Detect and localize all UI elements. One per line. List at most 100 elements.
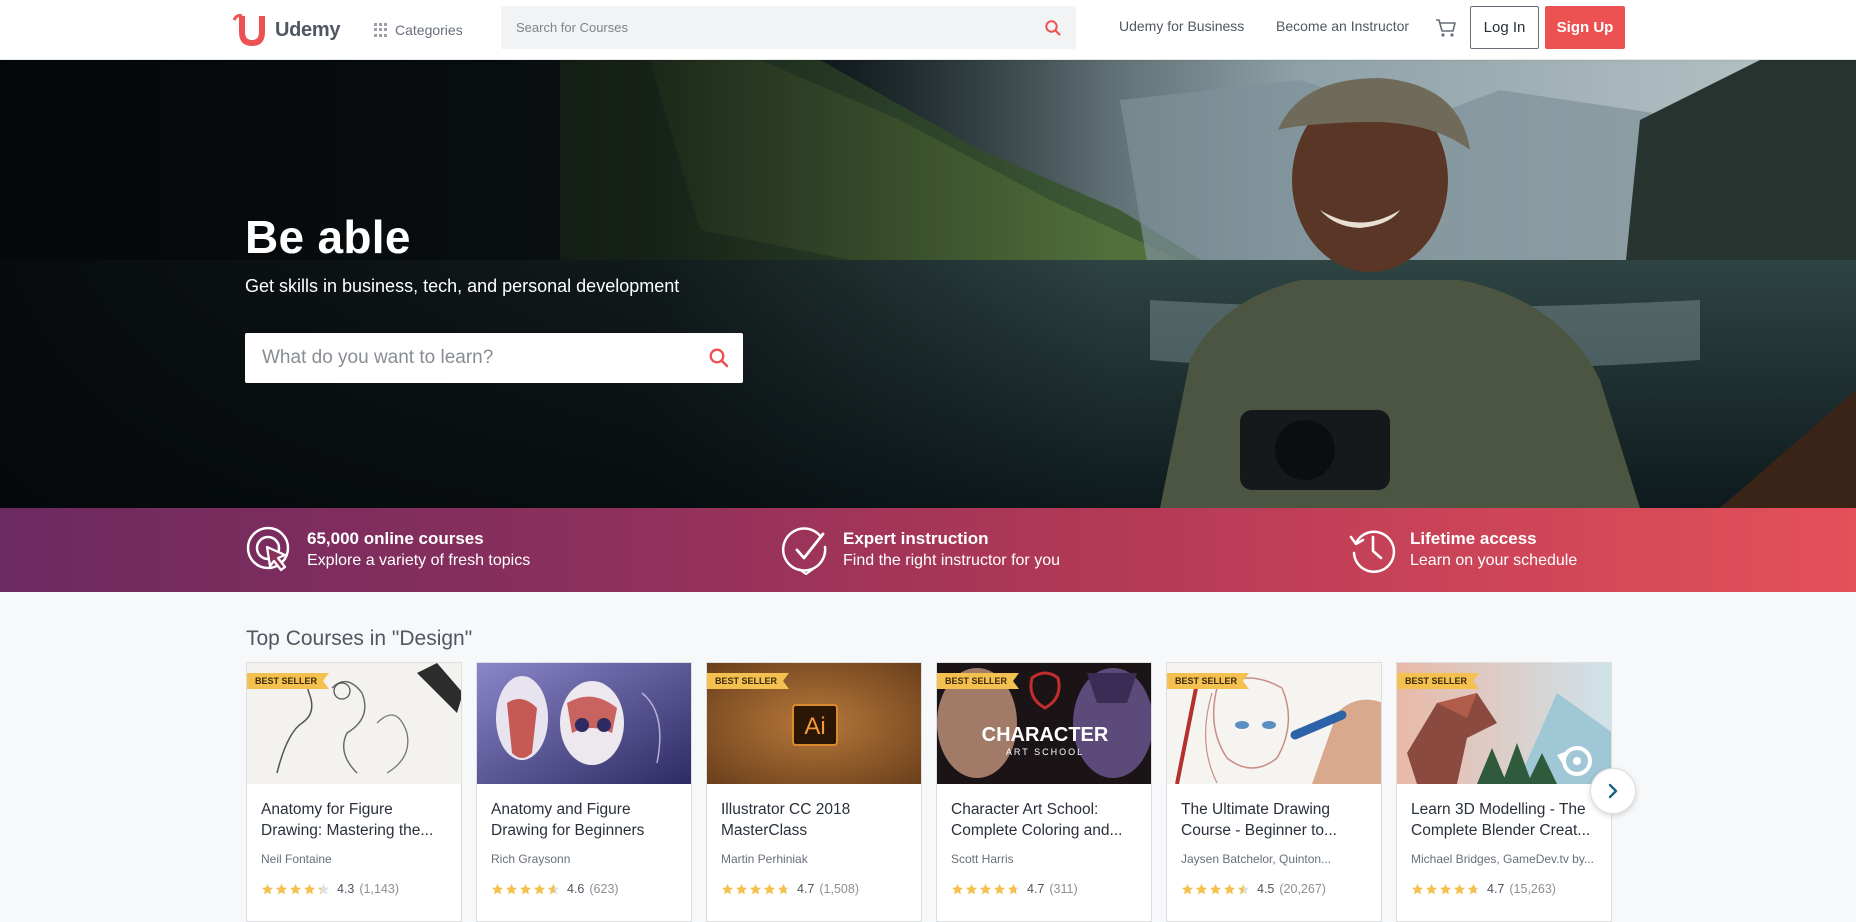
course-author: Rich Graysonn xyxy=(491,852,571,866)
star-icon xyxy=(951,883,964,894)
rating-count: (15,263) xyxy=(1509,882,1556,896)
cursor-target-icon xyxy=(246,526,290,572)
course-title: Anatomy and Figure Drawing for Beginners xyxy=(491,801,645,839)
course-card[interactable]: BEST SELLER The Ultimate Drawing Course … xyxy=(1166,662,1382,922)
header-search-input[interactable] xyxy=(501,6,1021,49)
star-icon xyxy=(1237,883,1250,894)
star-icon xyxy=(303,883,316,894)
bestseller-badge: BEST SELLER xyxy=(247,673,329,689)
course-author: Scott Harris xyxy=(951,852,1014,866)
star-icon xyxy=(505,883,518,894)
rating-value: 4.6 xyxy=(567,882,585,896)
course-rating: 4.6 (623) xyxy=(491,881,619,897)
chevron-right-icon xyxy=(1608,783,1618,799)
top-navbar: Udemy Categories Udemy for Business Beco… xyxy=(0,0,1856,60)
categories-menu[interactable]: Categories xyxy=(374,16,463,44)
star-rating xyxy=(1181,883,1250,896)
bestseller-badge: BEST SELLER xyxy=(1167,673,1249,689)
cart-icon[interactable] xyxy=(1434,16,1458,40)
star-icon xyxy=(721,883,734,894)
star-icon xyxy=(1209,883,1222,894)
search-icon[interactable] xyxy=(708,347,730,369)
course-rating: 4.5 (20,267) xyxy=(1181,881,1326,897)
star-icon xyxy=(519,883,532,894)
feature-online-courses: 65,000 online courses Explore a variety … xyxy=(245,525,530,575)
star-icon xyxy=(1411,883,1424,894)
course-author: Jaysen Batchelor, Quinton... xyxy=(1181,852,1332,866)
star-icon xyxy=(289,883,302,894)
course-card[interactable]: BEST SELLER Anatomy for Figure Drawing: … xyxy=(246,662,462,922)
feature-title: Lifetime access xyxy=(1410,529,1537,548)
rating-count: (20,267) xyxy=(1279,882,1326,896)
course-title: Learn 3D Modelling - The Complete Blende… xyxy=(1411,801,1591,839)
udemy-for-business-link[interactable]: Udemy for Business xyxy=(1119,18,1244,34)
character-art-title: CHARACTER xyxy=(982,724,1109,746)
star-rating xyxy=(261,883,330,896)
rating-value: 4.5 xyxy=(1257,882,1275,896)
feature-lifetime-access: Lifetime access Learn on your schedule xyxy=(1348,525,1577,575)
hero-subtitle: Get skills in business, tech, and person… xyxy=(245,276,680,296)
rating-count: (623) xyxy=(589,882,619,896)
history-clock-icon xyxy=(1349,530,1396,574)
login-button[interactable]: Log In xyxy=(1470,6,1539,49)
star-icon xyxy=(1439,883,1452,894)
udemy-logo[interactable]: Udemy xyxy=(233,10,341,50)
section-title: Top Courses in "Design" xyxy=(246,627,473,650)
feature-expert-instruction: Expert instruction Find the right instru… xyxy=(781,525,1060,575)
course-card[interactable]: BEST SELLER Learn 3D Modelling - The Com… xyxy=(1396,662,1612,922)
star-icon xyxy=(1195,883,1208,894)
course-title: Illustrator CC 2018 MasterClass xyxy=(721,801,851,839)
star-icon xyxy=(261,883,274,894)
course-rating: 4.7 (311) xyxy=(951,881,1078,897)
bestseller-badge: BEST SELLER xyxy=(937,673,1019,689)
star-icon xyxy=(763,883,776,894)
star-icon xyxy=(777,883,790,894)
course-title: The Ultimate Drawing Course - Beginner t… xyxy=(1181,801,1337,839)
star-icon xyxy=(1453,883,1466,894)
categories-label: Categories xyxy=(395,22,463,38)
course-author: Martin Perhiniak xyxy=(721,852,808,866)
features-band: 65,000 online courses Explore a variety … xyxy=(0,508,1856,592)
art-school-subtitle: ART SCHOOL xyxy=(1006,747,1084,757)
course-card[interactable]: CHARACTER ART SCHOOL BEST SELLER Charact… xyxy=(936,662,1152,922)
course-card[interactable]: Ai BEST SELLER Illustrator CC 2018 Maste… xyxy=(706,662,922,922)
become-instructor-link[interactable]: Become an Instructor xyxy=(1276,18,1409,34)
star-icon xyxy=(735,883,748,894)
bestseller-badge: BEST SELLER xyxy=(707,673,789,689)
search-icon[interactable] xyxy=(1044,19,1062,37)
feature-title: Expert instruction xyxy=(843,529,989,548)
rating-count: (1,508) xyxy=(819,882,859,896)
header-search xyxy=(501,6,1076,49)
feature-subtitle: Find the right instructor for you xyxy=(843,552,1060,569)
feature-subtitle: Learn on your schedule xyxy=(1410,552,1578,569)
hero-search-input[interactable] xyxy=(245,333,685,383)
course-thumbnail xyxy=(477,663,691,784)
bestseller-badge: BEST SELLER xyxy=(1397,673,1479,689)
course-author: Neil Fontaine xyxy=(261,852,332,866)
star-icon xyxy=(533,883,546,894)
check-badge-icon xyxy=(781,527,827,575)
star-rating xyxy=(951,883,1020,896)
course-title: Character Art School: Complete Coloring … xyxy=(951,801,1123,839)
course-card[interactable]: Anatomy and Figure Drawing for Beginners… xyxy=(476,662,692,922)
signup-button[interactable]: Sign Up xyxy=(1545,6,1625,49)
star-icon xyxy=(547,883,560,894)
star-icon xyxy=(317,883,330,894)
hero-title: Be able xyxy=(245,211,411,263)
carousel-next-button[interactable] xyxy=(1590,768,1636,814)
illustrator-logo-text: Ai xyxy=(804,713,825,740)
star-rating xyxy=(1411,883,1480,896)
udemy-wordmark: Udemy xyxy=(275,18,341,41)
rating-value: 4.7 xyxy=(1027,882,1045,896)
star-icon xyxy=(1223,883,1236,894)
rating-value: 4.3 xyxy=(337,882,355,896)
star-rating xyxy=(491,883,560,896)
star-icon xyxy=(491,883,504,894)
course-rating: 4.7 (15,263) xyxy=(1411,881,1556,897)
hero-search xyxy=(245,333,743,383)
star-icon xyxy=(993,883,1006,894)
rating-count: (1,143) xyxy=(359,882,399,896)
grid-icon xyxy=(374,23,388,37)
star-icon xyxy=(1425,883,1438,894)
star-icon xyxy=(1467,883,1480,894)
